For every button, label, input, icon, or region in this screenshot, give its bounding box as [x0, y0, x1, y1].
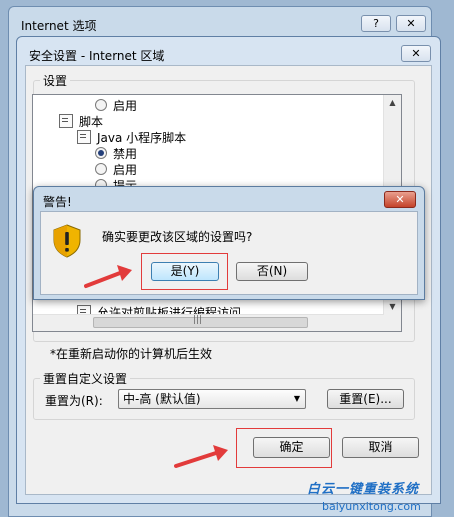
help-button[interactable]: ? — [361, 15, 391, 32]
tree-item[interactable]: 启用 — [95, 97, 137, 114]
reset-level-select[interactable]: 中-高 (默认值) ▼ — [118, 389, 306, 409]
warning-title: 警告! — [43, 195, 72, 209]
close-icon[interactable]: ✕ — [401, 45, 431, 62]
tree-item[interactable]: 启用 — [95, 161, 137, 178]
scroll-down-icon[interactable]: ▼ — [384, 299, 401, 315]
reset-button[interactable]: 重置(E)... — [327, 389, 404, 409]
script-icon — [59, 114, 73, 128]
radio-disable[interactable] — [95, 147, 107, 159]
watermark-title: 白云一键重装系统 — [307, 482, 420, 497]
red-arrow-icon — [174, 445, 228, 468]
horizontal-scrollbar[interactable]: ||| — [33, 314, 384, 331]
watermark-url: baiyunxitong.com — [322, 500, 421, 513]
grip-icon: ||| — [193, 315, 203, 325]
reset-group-label: 重置自定义设置 — [40, 370, 131, 387]
radio-enable[interactable] — [95, 99, 107, 111]
yes-highlight-box — [141, 253, 228, 290]
internet-options-title: Internet 选项 — [21, 19, 97, 33]
settings-group-label: 设置 — [40, 72, 71, 89]
cancel-button[interactable]: 取消 — [342, 437, 419, 458]
close-icon[interactable]: ✕ — [384, 191, 416, 208]
scroll-up-icon[interactable]: ▲ — [384, 95, 401, 111]
no-button[interactable]: 否(N) — [236, 262, 308, 281]
restart-note: *在重新启动你的计算机后生效 — [50, 347, 213, 361]
warning-message: 确实要更改该区域的设置吗? — [102, 230, 253, 244]
ok-highlight-box — [236, 428, 332, 468]
shield-warning-icon — [53, 224, 81, 258]
red-arrow-icon — [84, 265, 132, 288]
tree-item[interactable]: 禁用 — [95, 145, 137, 162]
security-settings-title: 安全设置 - Internet 区域 — [29, 49, 165, 63]
chevron-down-icon: ▼ — [293, 394, 300, 403]
tree-item: 脚本 — [59, 113, 103, 130]
close-icon[interactable]: ✕ — [396, 15, 426, 32]
script-icon — [77, 130, 91, 144]
radio-enable[interactable] — [95, 163, 107, 175]
reset-to-label: 重置为(R): — [45, 394, 103, 408]
tree-item: Java 小程序脚本 — [77, 129, 186, 146]
